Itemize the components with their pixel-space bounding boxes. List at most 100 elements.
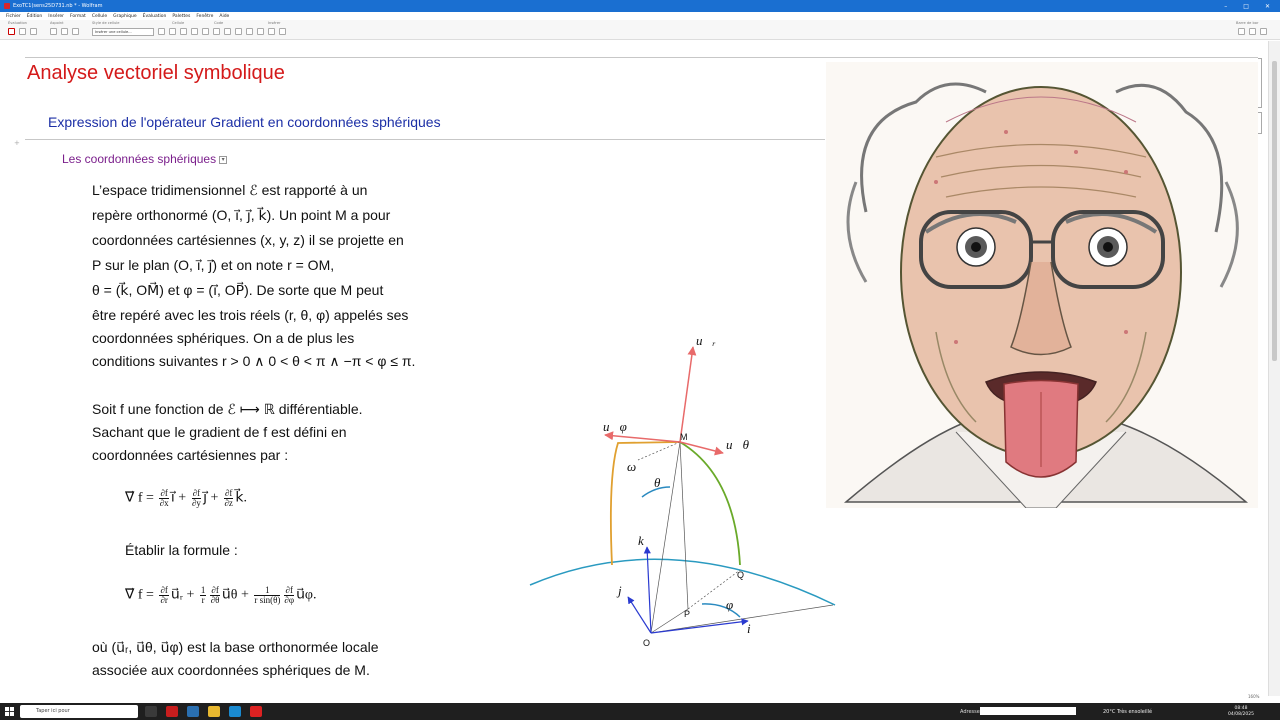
insert-button-3[interactable]: [268, 28, 275, 35]
exercise-prompt: Établir la formule :: [125, 542, 238, 558]
cell-button-2[interactable]: [169, 28, 176, 35]
phi-arc: [701, 603, 741, 618]
clock-date: 04/08/2025: [1228, 712, 1254, 717]
insert-button-1[interactable]: [246, 28, 253, 35]
cell-button-1[interactable]: [158, 28, 165, 35]
label-k: k⃗: [638, 533, 654, 548]
cell-style-select[interactable]: Insérer une cellule...: [92, 28, 154, 36]
taskbar: Taper ici pour Adresse 20°C Très ensolei…: [0, 703, 1280, 720]
taskbar-search-input[interactable]: Taper ici pour: [20, 705, 138, 718]
fraction: ∂f ∂y: [191, 489, 202, 508]
divider: [25, 139, 825, 140]
zoom-level[interactable]: 160%: [1248, 694, 1259, 699]
toolbar: Évaluation Aspoint Style de cellule Cell…: [0, 20, 1280, 40]
minimize-button[interactable]: –: [1224, 3, 1227, 10]
toolbar-right-label: Barre de bor: [1236, 21, 1259, 25]
weather-widget[interactable]: 20°C Très ensoleillé: [1103, 709, 1152, 715]
menu-fichier[interactable]: Fichier: [6, 14, 21, 19]
text-line: θ = (k⃗, OM⃗) et φ = (i⃗, OP⃗). De sorte…: [92, 282, 384, 298]
evaluate-button[interactable]: [19, 28, 26, 35]
scroll-thumb[interactable]: [1272, 61, 1277, 361]
m-omega-dashed: [637, 441, 681, 461]
menu-aide[interactable]: Aide: [219, 14, 229, 19]
windows-start-icon[interactable]: [5, 707, 14, 716]
code-button-3[interactable]: [224, 28, 231, 35]
eval-options-button[interactable]: [30, 28, 37, 35]
paragraph-definition: L’espace tridimensionnel ℰ est rapporté …: [92, 178, 452, 373]
vertical-scrollbar[interactable]: [1268, 41, 1280, 696]
acrobat-icon[interactable]: [166, 706, 178, 717]
menu-evaluation[interactable]: Évaluation: [143, 14, 167, 19]
cell-bracket-section[interactable]: [1258, 112, 1262, 134]
label-omega: ω: [627, 459, 636, 474]
task-view-icon[interactable]: [145, 706, 157, 717]
paragraph-basis: où (u⃗ᵣ, u⃗θ, u⃗φ) est la base orthonorm…: [92, 636, 452, 682]
cell-bracket-title[interactable]: [1258, 58, 1262, 108]
menu-format[interactable]: Format: [70, 14, 86, 19]
menu-fenetre[interactable]: Fenêtre: [196, 14, 213, 19]
label-ur: u⃗ᵣ: [696, 333, 716, 348]
i-arrow: [650, 618, 749, 634]
label-Q: Q: [737, 570, 744, 580]
menu-cellule[interactable]: Cellule: [92, 14, 107, 19]
insert-button-2[interactable]: [257, 28, 264, 35]
fraction-den: ∂φ: [284, 595, 295, 605]
fraction-den: r sin(θ): [254, 595, 281, 605]
menu-bar: Fichier Édition Insérer Format Cellule G…: [0, 12, 1280, 20]
collapse-toggle-icon[interactable]: ▾: [219, 155, 228, 164]
cell-button-4[interactable]: [191, 28, 198, 35]
pen-icon[interactable]: [279, 28, 286, 35]
fraction: ∂f ∂θ: [210, 586, 220, 605]
cell-insertion-point[interactable]: +: [14, 139, 20, 147]
vector-uphi: u⃗φ.: [296, 587, 317, 603]
aspoint-button-3[interactable]: [72, 28, 79, 35]
cell-button-3[interactable]: [180, 28, 187, 35]
formula-lhs: ∇⃗ f =: [125, 587, 158, 603]
label-M: M: [680, 432, 688, 442]
sphere-equator-arc: [529, 558, 836, 606]
wolfram-taskbar-icon[interactable]: [250, 706, 262, 717]
code-button-1[interactable]: [202, 28, 209, 35]
maximize-button[interactable]: □: [1243, 3, 1249, 10]
aspoint-button-1[interactable]: [50, 28, 57, 35]
label-O: O: [643, 638, 650, 648]
divider: [25, 57, 1258, 58]
vector-utheta: u⃗θ: [221, 587, 238, 603]
menu-palettes[interactable]: Palettes: [172, 14, 190, 19]
menu-edition[interactable]: Édition: [27, 14, 43, 19]
edge-icon[interactable]: [229, 706, 241, 717]
uphi-arrow: [604, 431, 681, 443]
clock[interactable]: 08:48 04/08/2025: [1228, 706, 1254, 718]
code-button-4[interactable]: [235, 28, 242, 35]
view-icon[interactable]: [1238, 28, 1245, 35]
abort-button[interactable]: [8, 28, 15, 35]
subsection-label: Les coordonnées sphériques: [62, 152, 217, 166]
settings-icon[interactable]: [1249, 28, 1256, 35]
toolbar-group-evaluation: Évaluation: [8, 21, 27, 25]
aspoint-button-2[interactable]: [61, 28, 68, 35]
label-phi: φ: [726, 597, 733, 612]
app-icon[interactable]: [187, 706, 199, 717]
expand-icon[interactable]: [1260, 28, 1267, 35]
formula-lhs: ∇⃗ f =: [125, 490, 158, 506]
formula-spherical: ∇⃗ f = ∂f ∂r u⃗ᵣ + 1 r ∂f ∂θ u⃗θ + 1r sin(θ) ∂f…: [125, 585, 317, 605]
file-explorer-icon[interactable]: [208, 706, 220, 717]
text-line: où (u⃗ᵣ, u⃗θ, u⃗φ) est la base orthonorm…: [92, 639, 379, 655]
section-heading: Expression de l'opérateur Gradient en co…: [48, 114, 441, 130]
menu-graphique[interactable]: Graphique: [113, 14, 137, 19]
menu-inserer[interactable]: Insérer: [48, 14, 64, 19]
address-input[interactable]: [980, 707, 1076, 715]
paragraph-gradient: Soit f une fonction de ℰ ⟼ ℝ différentia…: [92, 398, 452, 467]
fraction-den: ∂r: [160, 595, 168, 605]
window-title: ExoTC1(sens25D731.nb * - Wolfram: [13, 3, 103, 9]
text-line: associée aux coordonnées sphériques de M…: [92, 662, 370, 678]
spherical-diagram: u⃗ᵣ u⃗φ u⃗θ M ω θ k⃗ j⃗ Q P φ i⃗ O: [529, 333, 836, 648]
subsection-heading: Les coordonnées sphériques ▾: [62, 152, 228, 166]
close-button[interactable]: ✕: [1265, 3, 1270, 10]
old-man-tongue-illustration: [843, 82, 1249, 509]
code-button-2[interactable]: [213, 28, 220, 35]
text-line: être repéré avec les trois réels (r, θ, …: [92, 307, 409, 323]
text-line: L’espace tridimensionnel ℰ est rapporté …: [92, 182, 368, 198]
label-uphi: u⃗φ: [603, 419, 627, 434]
fraction-den: ∂y: [191, 498, 201, 508]
